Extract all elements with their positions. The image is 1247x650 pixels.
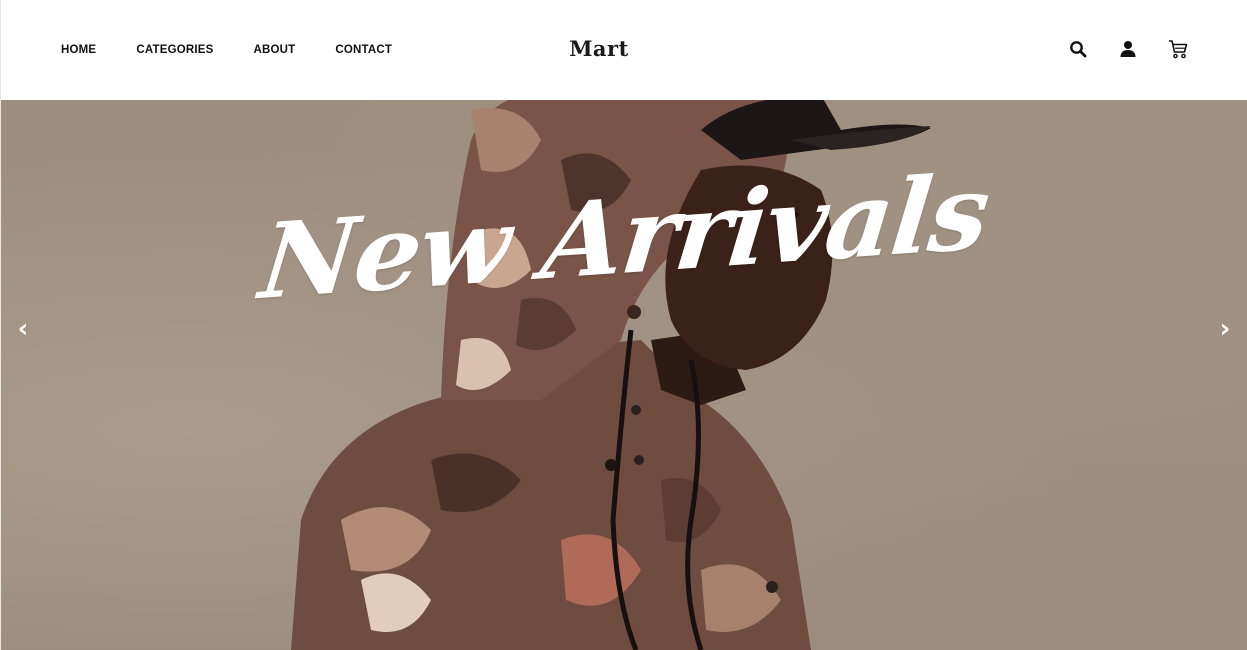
hero-banner: New Arrivals ‹ › [1, 100, 1247, 650]
cart-icon[interactable] [1167, 38, 1189, 60]
carousel-prev-button[interactable]: ‹ [8, 312, 38, 346]
user-icon[interactable] [1117, 38, 1139, 60]
header-icons [1067, 38, 1189, 60]
site-header: HOME CATEGORIES ABOUT CONTACT Mart [1, 0, 1247, 100]
carousel-next-button[interactable]: › [1210, 312, 1240, 346]
site-logo[interactable]: Mart [1, 36, 1197, 61]
page: HOME CATEGORIES ABOUT CONTACT Mart New A… [0, 0, 1247, 650]
search-icon[interactable] [1067, 38, 1089, 60]
